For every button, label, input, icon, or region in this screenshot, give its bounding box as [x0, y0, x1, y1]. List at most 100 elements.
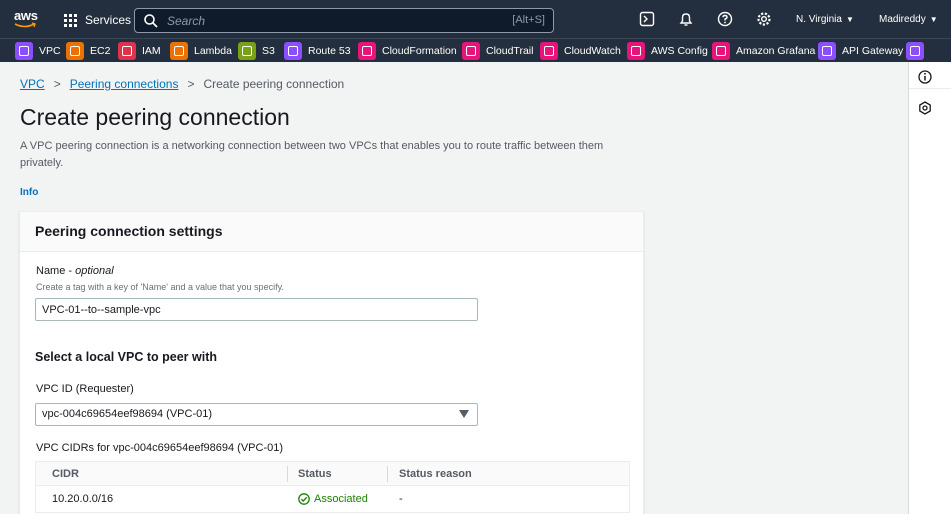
s3-service-icon	[238, 42, 256, 60]
iam-service-icon	[118, 42, 136, 60]
name-field-hint: Create a tag with a key of 'Name' and a …	[36, 282, 284, 292]
column-divider	[387, 466, 388, 482]
vpc-service-icon	[15, 42, 33, 60]
aws-smile-icon	[14, 22, 36, 28]
settings-hexagon-icon[interactable]	[918, 101, 932, 115]
aws-logo-text: aws	[14, 8, 38, 23]
breadcrumb: VPC > Peering connections > Create peeri…	[20, 77, 344, 91]
api-gateway-service-icon	[818, 42, 836, 60]
favorite-cloudwatch[interactable]: CloudWatch	[540, 41, 621, 61]
favorite-label: AWS Config	[651, 45, 708, 57]
peering-settings-panel: Peering connection settings Name - optio…	[19, 211, 644, 514]
breadcrumb-current: Create peering connection	[203, 77, 345, 91]
account-label: Madireddy	[879, 14, 926, 25]
services-grid-icon	[64, 13, 77, 27]
favorite-label: S3	[262, 45, 275, 57]
cloudtrail-service-icon	[462, 42, 480, 60]
table-header: CIDR Status Status reason	[36, 462, 629, 486]
favorite-label: CloudTrail	[486, 45, 534, 57]
caret-down-icon	[459, 410, 469, 418]
name-label-text: Name -	[36, 265, 76, 277]
vpc-id-label: VPC ID (Requester)	[36, 383, 134, 395]
favorite-label: Route 53	[308, 45, 351, 57]
name-field-label: Name - optional	[36, 265, 114, 277]
favorite-label: IAM	[142, 45, 161, 57]
info-link[interactable]: Info	[20, 187, 38, 198]
favorite-cloudformation[interactable]: CloudFormation	[358, 41, 457, 61]
account-caret-icon: ▼	[929, 15, 938, 24]
lambda-service-icon	[170, 42, 188, 60]
cidr-cell: 10.20.0.0/16	[52, 493, 114, 505]
favorite-route53[interactable]: Route 53	[284, 41, 351, 61]
vpc-id-selected-value: vpc-004c69654eef98694 (VPC-01)	[42, 408, 213, 420]
aws-config-service-icon	[627, 42, 645, 60]
favorite-aws-config[interactable]: AWS Config	[627, 41, 708, 61]
chevron-right-icon: >	[187, 77, 195, 91]
column-header-status-reason: Status reason	[399, 468, 472, 480]
favorite-lambda[interactable]: Lambda	[170, 41, 232, 61]
column-header-cidr: CIDR	[52, 468, 79, 480]
panel-divider	[909, 88, 951, 89]
favorite-label: CloudWatch	[564, 45, 621, 57]
search-box[interactable]: [Alt+S]	[134, 8, 554, 33]
chevron-right-icon: >	[53, 77, 61, 91]
help-side-panel	[908, 62, 951, 514]
top-navigation: aws Services [Alt+S] N. Vir	[0, 0, 951, 38]
search-icon	[144, 13, 158, 28]
page-description: A VPC peering connection is a networking…	[20, 140, 604, 169]
name-input[interactable]	[35, 298, 478, 321]
breadcrumb-vpc-link[interactable]: VPC	[20, 77, 45, 91]
favorite-api-gateway[interactable]: API Gateway	[818, 41, 903, 61]
notifications-bell-icon[interactable]	[678, 11, 694, 27]
settings-gear-icon[interactable]	[756, 11, 772, 27]
favorite-label: EC2	[90, 45, 111, 57]
favorite-vpc[interactable]: VPC	[15, 41, 61, 61]
region-label: N. Virginia	[796, 14, 842, 25]
search-input[interactable]	[167, 13, 467, 28]
vpc-id-select[interactable]: vpc-004c69654eef98694 (VPC-01)	[35, 403, 478, 426]
favorite-label: CloudFormation	[382, 45, 457, 57]
status-text: Associated	[314, 493, 368, 505]
favorite-label: Lambda	[194, 45, 232, 57]
service-icon	[906, 42, 924, 60]
favorites-bar: VPC EC2 IAM Lambda S3 Route 53 CloudForm…	[0, 38, 951, 62]
breadcrumb-peering-connections-link[interactable]: Peering connections	[70, 77, 179, 91]
panel-header: Peering connection settings	[20, 212, 643, 252]
help-icon[interactable]	[717, 11, 733, 27]
vpc-cidrs-label: VPC CIDRs for vpc-004c69654eef98694 (VPC…	[36, 442, 284, 454]
panel-title: Peering connection settings	[35, 223, 223, 239]
services-menu-button[interactable]: Services	[64, 10, 131, 30]
favorite-cloudtrail[interactable]: CloudTrail	[462, 41, 533, 61]
cloudshell-icon[interactable]	[639, 11, 655, 27]
table-row: 10.20.0.0/16 Associated -	[36, 486, 629, 512]
favorite-s3[interactable]: S3	[238, 41, 275, 61]
page-title: Create peering connection	[20, 104, 290, 130]
local-vpc-section-title: Select a local VPC to peer with	[35, 350, 218, 364]
success-check-icon	[298, 493, 310, 505]
region-caret-icon: ▼	[845, 15, 854, 24]
route53-service-icon	[284, 42, 302, 60]
column-divider	[287, 466, 288, 482]
column-header-status: Status	[298, 468, 332, 480]
status-reason-cell: -	[399, 493, 403, 505]
search-shortcut: [Alt+S]	[512, 14, 545, 26]
favorite-amazon-grafana[interactable]: Amazon Grafana	[712, 41, 815, 61]
grafana-service-icon	[712, 42, 730, 60]
favorite-overflow[interactable]	[906, 41, 930, 61]
region-selector[interactable]: N. Virginia ▼	[796, 14, 854, 25]
favorite-label: VPC	[39, 45, 61, 57]
optional-label: optional	[75, 265, 114, 277]
account-menu[interactable]: Madireddy ▼	[879, 14, 938, 25]
favorite-iam[interactable]: IAM	[118, 41, 161, 61]
cloudwatch-service-icon	[540, 42, 558, 60]
cloudformation-service-icon	[358, 42, 376, 60]
services-label: Services	[85, 13, 132, 27]
favorite-ec2[interactable]: EC2	[66, 41, 110, 61]
aws-logo[interactable]: aws	[14, 8, 40, 32]
ec2-service-icon	[66, 42, 84, 60]
favorite-label: API Gateway	[842, 45, 904, 57]
status-cell: Associated	[298, 493, 368, 505]
favorite-label: Amazon Grafana	[736, 45, 816, 57]
info-panel-icon[interactable]	[918, 70, 932, 84]
cidr-table: CIDR Status Status reason 10.20.0.0/16 A…	[35, 461, 630, 513]
